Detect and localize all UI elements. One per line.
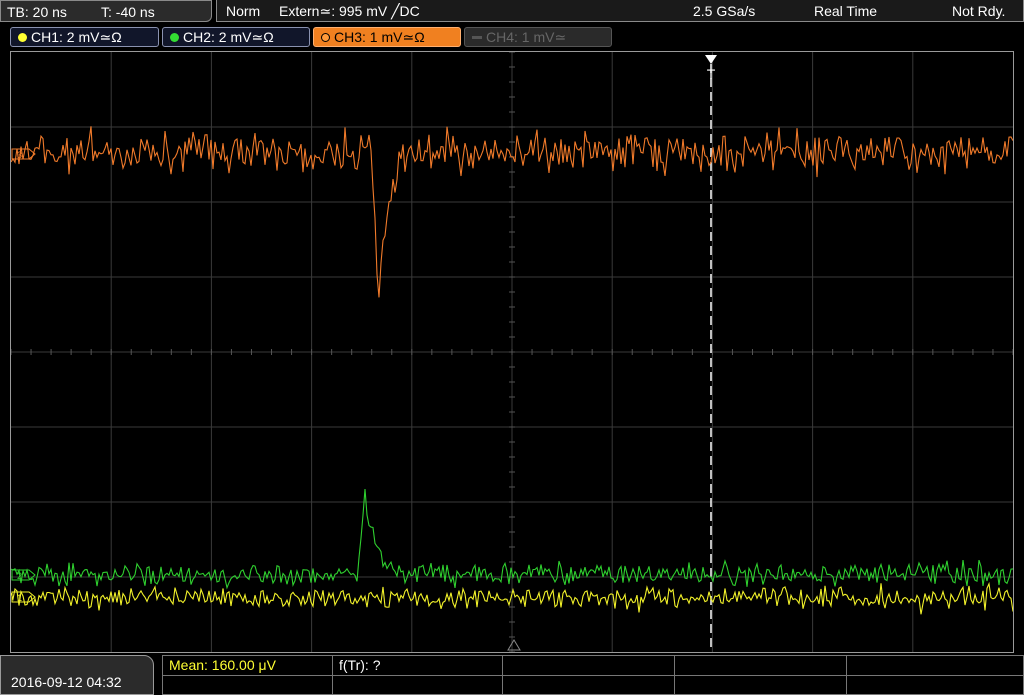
channel-1-indicator-icon xyxy=(18,33,27,42)
measurement-cell-1[interactable]: Mean: 160.00 μV xyxy=(163,656,333,675)
channel-3-button[interactable]: CH3: 1 mV≃Ω xyxy=(313,27,461,47)
measurement-cell-6[interactable] xyxy=(163,675,333,695)
sample-rate-readout[interactable]: 2.5 GSa/s xyxy=(693,3,755,19)
channel-4-button[interactable]: CH4: 1 mV≃ xyxy=(464,27,612,47)
measurement-cell-10[interactable] xyxy=(847,675,1023,695)
acquisition-panel[interactable]: Norm Extern≃: 995 mV ╱DC 2.5 GSa/s Real … xyxy=(216,0,1024,22)
timebase-readout[interactable]: TB: 20 ns xyxy=(7,4,67,20)
timebase-panel[interactable]: TB: 20 ns T: -40 ns xyxy=(0,0,212,22)
horizontal-reference-marker-icon xyxy=(507,639,521,651)
measurement-cell-5[interactable] xyxy=(847,656,1023,675)
measurement-cell-2[interactable]: f(Tr): ? xyxy=(333,656,503,675)
trigger-marker-label: T xyxy=(707,66,716,82)
channel-4-label: CH4: 1 mV≃ xyxy=(486,29,567,45)
trigger-mode-readout[interactable]: Norm xyxy=(226,3,260,19)
trigger-position-marker-icon[interactable] xyxy=(705,55,717,64)
status-bar: TB: 20 ns T: -40 ns Norm Extern≃: 995 mV… xyxy=(0,0,1024,24)
measurement-cell-3[interactable] xyxy=(503,656,675,675)
waveform-display[interactable]: T 3 2 1 xyxy=(10,51,1014,653)
channel-3-label: CH3: 1 mV≃Ω xyxy=(334,29,425,45)
channel-3-indicator-icon xyxy=(321,33,330,42)
measurement-cell-9[interactable] xyxy=(675,675,847,695)
measurement-mean: Mean: 160.00 μV xyxy=(169,657,276,673)
datetime-readout: 2016-09-12 04:32 xyxy=(11,674,122,690)
acquisition-state-readout: Not Rdy. xyxy=(952,3,1006,19)
channel-4-indicator-icon xyxy=(472,36,482,39)
waveform-canvas[interactable]: T 3 2 1 xyxy=(11,52,1013,652)
channel-2-indicator-icon xyxy=(170,33,179,42)
measurement-cell-7[interactable] xyxy=(333,675,503,695)
measurement-panel[interactable]: Mean: 160.00 μV f(Tr): ? xyxy=(162,655,1024,695)
channel-2-label: CH2: 2 mV≃Ω xyxy=(183,29,274,45)
measurement-cell-4[interactable] xyxy=(675,656,847,675)
trigger-offset-readout[interactable]: T: -40 ns xyxy=(101,4,155,20)
channel-2-offset-label: 2 xyxy=(17,571,22,581)
channel-2-button[interactable]: CH2: 2 mV≃Ω xyxy=(162,27,310,47)
graticule xyxy=(11,52,1013,652)
channel-3-offset-label: 3 xyxy=(17,150,22,160)
trigger-source-readout[interactable]: Extern≃: 995 mV ╱DC xyxy=(279,3,420,20)
measurement-frequency: f(Tr): ? xyxy=(339,657,381,673)
channel-1-button[interactable]: CH1: 2 mV≃Ω xyxy=(10,27,159,47)
channel-1-offset-label: 1 xyxy=(17,593,22,603)
measurement-cell-8[interactable] xyxy=(503,675,675,695)
acquisition-mode-readout[interactable]: Real Time xyxy=(814,3,877,19)
datetime-panel: 2016-09-12 04:32 xyxy=(0,655,154,695)
channel-1-label: CH1: 2 mV≃Ω xyxy=(31,29,122,45)
bottom-bar: 2016-09-12 04:32 Mean: 160.00 μV f(Tr): … xyxy=(0,655,1024,695)
